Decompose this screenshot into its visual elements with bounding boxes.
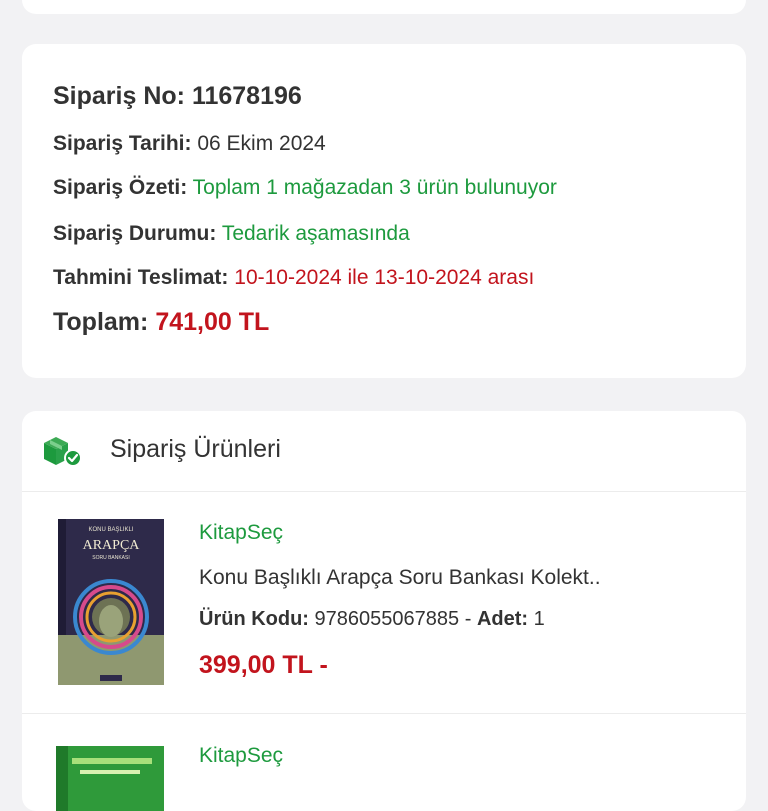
products-header: Sipariş Ürünleri bbox=[22, 411, 746, 492]
store-link[interactable]: KitapSeç bbox=[199, 744, 283, 768]
order-info-card: Sipariş No: 11678196 Sipariş Tarihi: 06 … bbox=[22, 44, 746, 378]
svg-text:SORU BANKASI: SORU BANKASI bbox=[92, 555, 130, 561]
order-date-row: Sipariş Tarihi: 06 Ekim 2024 bbox=[53, 132, 326, 155]
product-item[interactable]: KitapSeç bbox=[22, 714, 746, 811]
book-cover-image bbox=[56, 746, 164, 811]
order-summary: Toplam 1 mağazadan 3 ürün bulunuyor bbox=[192, 176, 557, 199]
product-meta: Ürün Kodu: 9786055067885 - Adet: 1 bbox=[199, 608, 545, 630]
order-total: Toplam: 741,00 TL bbox=[53, 308, 270, 336]
package-check-icon bbox=[44, 437, 82, 467]
product-code: 9786055067885 bbox=[314, 608, 460, 630]
product-item[interactable]: KONU BAŞLIKLI ARAPÇA SORU BANKASI KitapS… bbox=[22, 491, 746, 714]
order-number: Sipariş No: 11678196 bbox=[53, 82, 302, 110]
previous-card bbox=[22, 0, 746, 14]
product-name[interactable]: Konu Başlıklı Arapça Soru Bankası Kolekt… bbox=[199, 566, 601, 590]
delivery-estimate-row: Tahmini Teslimat: 10-10-2024 ile 13-10-2… bbox=[53, 266, 535, 289]
delivery-estimate: 10-10-2024 ile 13-10-2024 arası bbox=[234, 266, 535, 289]
order-date: 06 Ekim 2024 bbox=[197, 132, 326, 155]
order-status: Tedarik aşamasında bbox=[221, 222, 410, 245]
store-link[interactable]: KitapSeç bbox=[199, 521, 283, 545]
order-summary-row: Sipariş Özeti: Toplam 1 mağazadan 3 ürün… bbox=[53, 176, 557, 199]
svg-text:KONU BAŞLIKLI: KONU BAŞLIKLI bbox=[88, 527, 133, 533]
svg-text:ARAPÇA: ARAPÇA bbox=[83, 538, 141, 553]
product-price: 399,00 TL - bbox=[199, 651, 328, 679]
book-cover-image: KONU BAŞLIKLI ARAPÇA SORU BANKASI bbox=[50, 517, 168, 689]
product-quantity: 1 bbox=[533, 608, 545, 630]
products-title: Sipariş Ürünleri bbox=[110, 435, 281, 463]
order-status-row: Sipariş Durumu: Tedarik aşamasında bbox=[53, 222, 410, 245]
order-products-card: Sipariş Ürünleri KONU BAŞLIKLI ARAPÇA SO… bbox=[22, 411, 746, 811]
